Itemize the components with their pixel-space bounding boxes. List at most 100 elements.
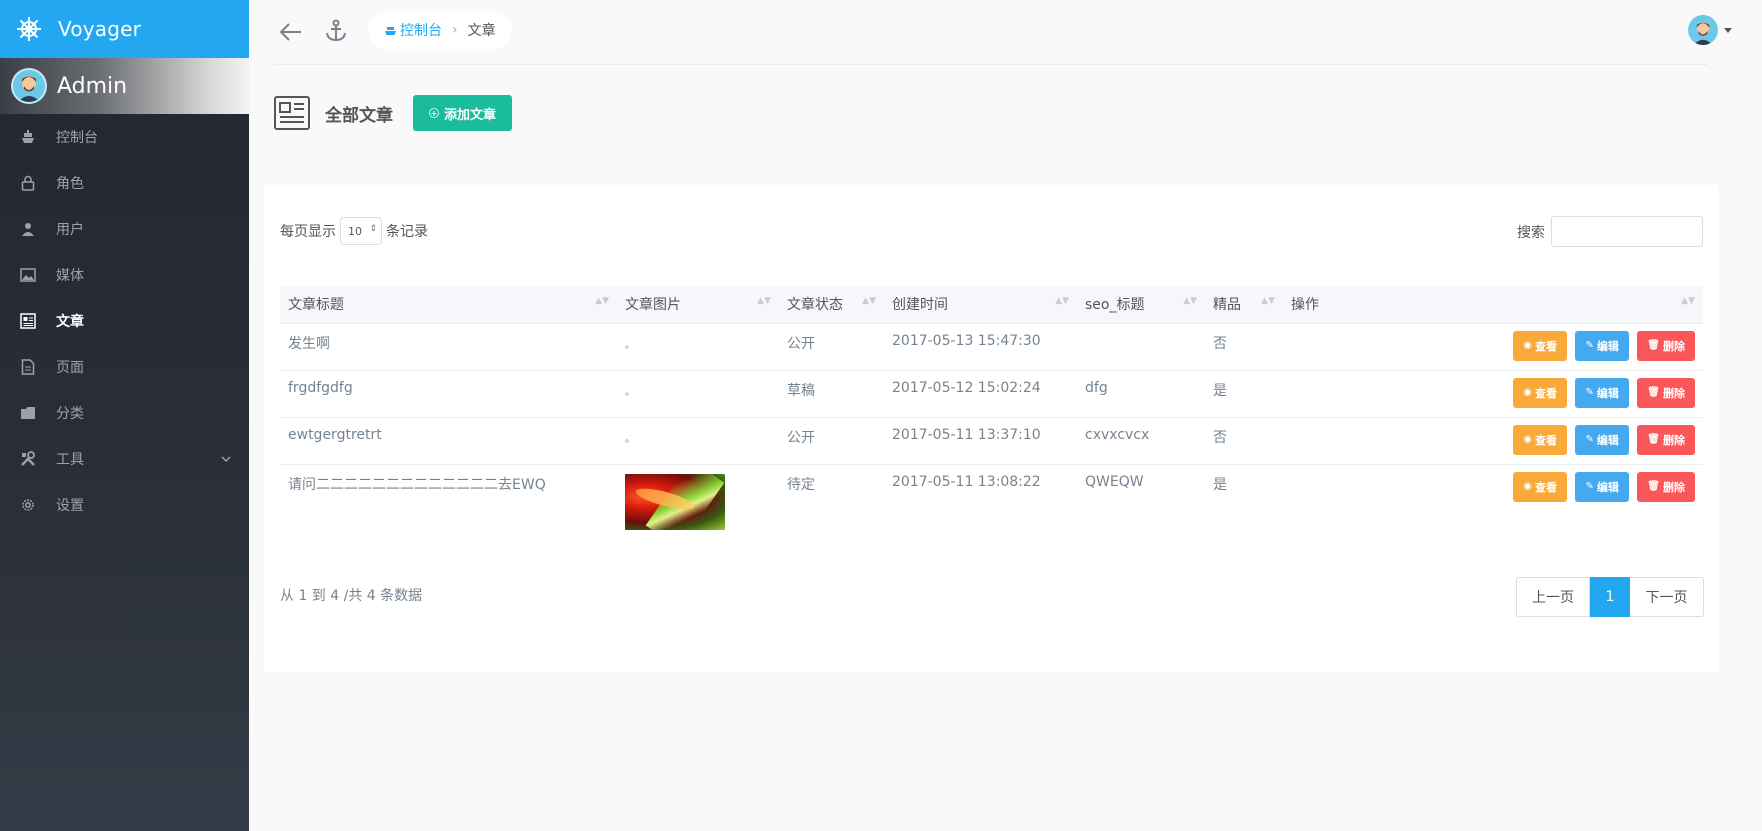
- avatar: [1688, 15, 1718, 45]
- sidebar-item-tools[interactable]: 工具: [0, 436, 249, 482]
- column-header-status[interactable]: 文章状态 ▲▼: [779, 286, 884, 323]
- page-length-select[interactable]: 10: [340, 217, 382, 245]
- view-button[interactable]: ◉ 查看: [1513, 424, 1567, 455]
- length-prefix: 每页显示: [280, 224, 336, 240]
- cell-image: 。: [625, 339, 635, 351]
- cell-featured: 否: [1213, 429, 1227, 446]
- sidebar-item-label: 用户: [56, 222, 84, 238]
- sidebar-item-label: 设置: [56, 498, 84, 514]
- profile-bar[interactable]: Admin: [0, 58, 249, 114]
- back-arrow-icon[interactable]: [279, 21, 303, 43]
- brand-name: Voyager: [58, 17, 142, 41]
- delete-button[interactable]: 🗑 删除: [1637, 471, 1695, 502]
- folder-icon: [18, 403, 38, 423]
- cell-featured: 否: [1213, 335, 1227, 352]
- anchor-icon[interactable]: [325, 19, 347, 43]
- edit-button[interactable]: ✎ 编辑: [1575, 471, 1629, 502]
- sidebar-item-pages[interactable]: 页面: [0, 344, 249, 390]
- edit-button[interactable]: ✎ 编辑: [1575, 377, 1629, 408]
- view-button[interactable]: ◉ 查看: [1513, 330, 1567, 361]
- cell-image: 。: [625, 433, 635, 445]
- sidebar-item-label: 文章: [56, 314, 84, 330]
- cell-title: 请问二二二二二二二二二二二二二去EWQ: [288, 476, 546, 493]
- sort-icon: ▲▼: [862, 296, 876, 306]
- sidebar-item-media[interactable]: 媒体: [0, 252, 249, 298]
- sidebar-item-categories[interactable]: 分类: [0, 390, 249, 436]
- eye-icon: ◉: [1523, 481, 1532, 492]
- newspaper-icon: [273, 94, 311, 132]
- column-header-actions[interactable]: 操作 ▲▼: [1283, 286, 1703, 323]
- edit-button[interactable]: ✎ 编辑: [1575, 330, 1629, 361]
- prev-page-button[interactable]: 上一页: [1516, 577, 1590, 617]
- brand-bar[interactable]: Voyager: [0, 0, 249, 58]
- boat-icon: [385, 26, 396, 35]
- post-thumbnail: [625, 473, 725, 530]
- table-info: 从 1 到 4 /共 4 条数据: [280, 588, 423, 604]
- cell-featured: 是: [1213, 382, 1227, 399]
- edit-button[interactable]: ✎ 编辑: [1575, 424, 1629, 455]
- cell-actions: ◉ 查看 ✎ 编辑 🗑 删除: [1283, 323, 1703, 370]
- cell-image: 。: [625, 386, 635, 398]
- plus-circle-icon: +: [429, 108, 439, 118]
- cell-seo: [1077, 323, 1205, 370]
- cell-status: 草稿: [787, 382, 815, 399]
- lock-icon: [18, 173, 38, 193]
- add-post-button[interactable]: + 添加文章: [413, 95, 513, 131]
- delete-button[interactable]: 🗑 删除: [1637, 424, 1695, 455]
- page-length-control: 每页显示 10 条记录: [280, 217, 428, 245]
- eye-icon: ◉: [1523, 387, 1532, 398]
- breadcrumb-separator: ›: [452, 22, 458, 38]
- next-page-button[interactable]: 下一页: [1630, 577, 1704, 617]
- sort-icon: ▲▼: [757, 296, 771, 306]
- sidebar-item-label: 分类: [56, 406, 84, 422]
- delete-button[interactable]: 🗑 删除: [1637, 377, 1695, 408]
- sidebar: Voyager Admin 控制台 角色 用户 媒体 文章 页面 分类 工具 设…: [0, 0, 249, 831]
- cell-title: ewtgergtretrt: [288, 426, 382, 443]
- cell-created: 2017-05-12 15:02:24: [892, 379, 1041, 396]
- sidebar-item-label: 角色: [56, 176, 84, 192]
- table-row: 发生啊 。 公开 2017-05-13 15:47:30 否 ◉ 查看 ✎ 编辑 🗑…: [280, 323, 1703, 370]
- sidebar-item-users[interactable]: 用户: [0, 206, 249, 252]
- sidebar-item-label: 控制台: [56, 130, 98, 146]
- breadcrumb-home[interactable]: 控制台: [384, 20, 442, 40]
- view-button[interactable]: ◉ 查看: [1513, 377, 1567, 408]
- trash-icon: 🗑: [1647, 387, 1660, 398]
- cell-actions: ◉ 查看 ✎ 编辑 🗑 删除: [1283, 370, 1703, 417]
- sidebar-item-posts[interactable]: 文章: [0, 298, 249, 344]
- column-header-created[interactable]: 创建时间 ▲▼: [884, 286, 1077, 323]
- sidebar-item-dashboard[interactable]: 控制台: [0, 114, 249, 160]
- boat-icon: [18, 127, 38, 147]
- cell-seo: dfg: [1085, 379, 1108, 396]
- chevron-down-icon: [221, 451, 231, 467]
- edit-icon: ✎: [1585, 340, 1594, 351]
- page-1-button[interactable]: 1: [1590, 577, 1630, 617]
- avatar: [11, 68, 47, 104]
- column-header-featured[interactable]: 精品 ▲▼: [1205, 286, 1283, 323]
- sort-icon: ▲▼: [1055, 296, 1069, 306]
- view-button[interactable]: ◉ 查看: [1513, 471, 1567, 502]
- pagination: 上一页 1 下一页: [1516, 577, 1704, 617]
- table-search: 搜索: [1517, 216, 1703, 247]
- column-header-image[interactable]: 文章图片 ▲▼: [617, 286, 779, 323]
- sidebar-item-label: 媒体: [56, 268, 84, 284]
- newspaper-icon: [18, 311, 38, 331]
- page-header: 全部文章 + 添加文章: [273, 94, 513, 132]
- user-menu[interactable]: [1688, 15, 1732, 45]
- column-header-title[interactable]: 文章标题 ▲▼: [280, 286, 617, 323]
- cell-featured: 是: [1213, 476, 1227, 493]
- add-post-label: 添加文章: [444, 107, 497, 123]
- cell-title: frgdfgdfg: [288, 379, 353, 396]
- search-input[interactable]: [1551, 216, 1703, 247]
- cell-seo: cxvxcvcx: [1085, 426, 1150, 443]
- sidebar-item-settings[interactable]: 设置: [0, 482, 249, 528]
- sidebar-item-roles[interactable]: 角色: [0, 160, 249, 206]
- column-header-seo[interactable]: seo_标题 ▲▼: [1077, 286, 1205, 323]
- sidebar-item-label: 工具: [56, 452, 84, 468]
- top-navbar: 控制台 › 文章: [249, 0, 1762, 65]
- cell-created: 2017-05-11 13:37:10: [892, 426, 1041, 443]
- sidebar-item-label: 页面: [56, 360, 84, 376]
- table-row: ewtgergtretrt 。 公开 2017-05-11 13:37:10 c…: [280, 417, 1703, 464]
- delete-button[interactable]: 🗑 删除: [1637, 330, 1695, 361]
- ship-wheel-icon: [14, 14, 44, 44]
- cell-created: 2017-05-13 15:47:30: [892, 332, 1041, 349]
